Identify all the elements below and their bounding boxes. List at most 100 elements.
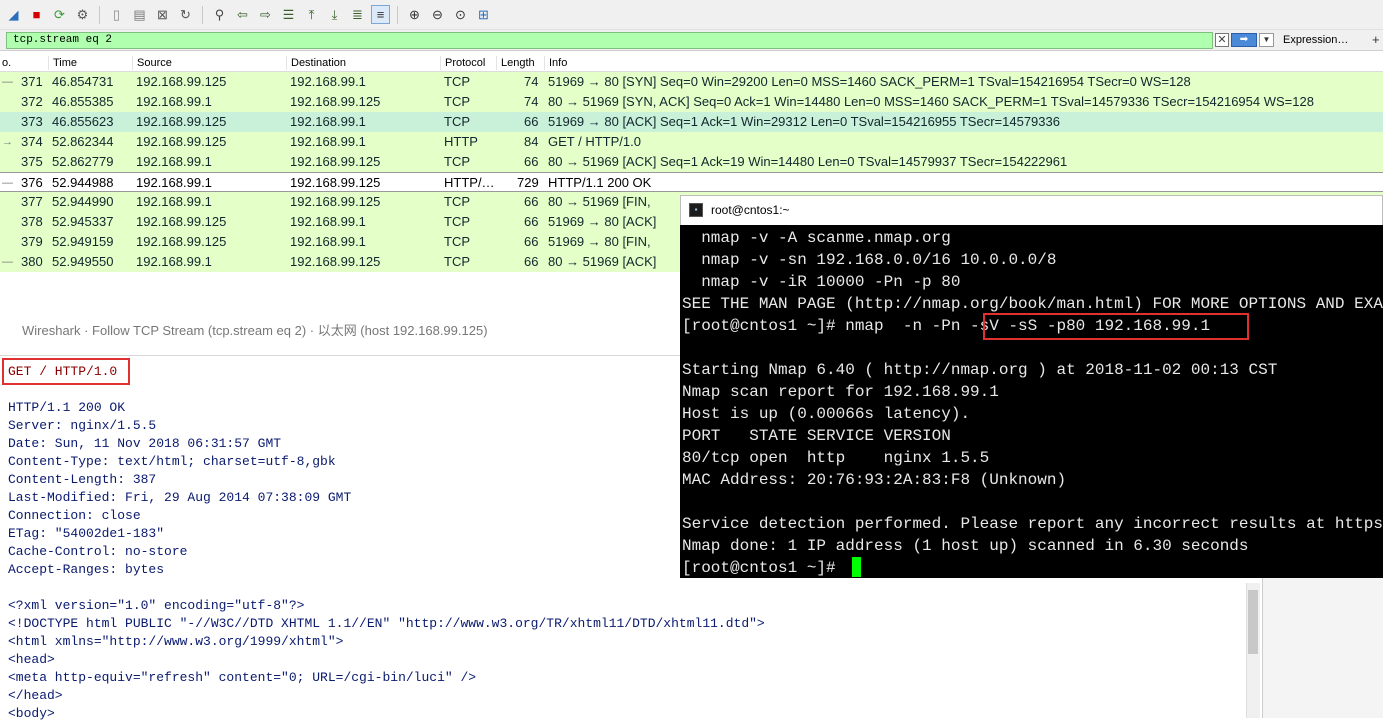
- open-icon[interactable]: ▯: [107, 5, 126, 24]
- go-to-icon[interactable]: ☰: [279, 5, 298, 24]
- colorize-icon[interactable]: ≡: [371, 5, 390, 24]
- back-icon[interactable]: ⇦: [233, 5, 252, 24]
- packet-info: 80 → 51969 [SYN, ACK] Seq=0 Ack=1 Win=14…: [548, 94, 1314, 109]
- terminal-line: nmap -v -iR 10000 -Pn -p 80: [682, 273, 961, 291]
- packet-info: 80 → 51969 [FIN,: [548, 194, 651, 209]
- packet-row[interactable]: 375 52.862779 192.168.99.1 192.168.99.12…: [0, 152, 1383, 172]
- column-header-length[interactable]: Length: [496, 56, 535, 70]
- stream-response-line: Server: nginx/1.5.5: [8, 418, 157, 433]
- zoom-reset-icon[interactable]: ⊙: [451, 5, 470, 24]
- packet-row[interactable]: 373 46.855623 192.168.99.125 192.168.99.…: [0, 112, 1383, 132]
- clear-filter-icon[interactable]: ✕: [1215, 33, 1229, 47]
- terminal-title-bar[interactable]: root@cntos1:~: [680, 195, 1383, 225]
- packet-time: 52.945337: [52, 214, 114, 229]
- autoscroll-icon[interactable]: ≣: [348, 5, 367, 24]
- packet-protocol: TCP: [444, 154, 470, 169]
- packet-source: 192.168.99.1: [136, 94, 212, 109]
- column-header-time[interactable]: Time: [48, 56, 77, 70]
- packet-row[interactable]: → 374 52.862344 192.168.99.125 192.168.9…: [0, 132, 1383, 152]
- add-filter-button[interactable]: +: [1372, 32, 1380, 47]
- apply-filter-button[interactable]: ➡: [1231, 33, 1257, 47]
- toolbar-divider: [397, 5, 398, 24]
- packet-row[interactable]: — 371 46.854731 192.168.99.125 192.168.9…: [0, 72, 1383, 92]
- column-header-source[interactable]: Source: [132, 56, 172, 70]
- packet-info: 51969 → 80 [SYN] Seq=0 Win=29200 Len=0 M…: [548, 74, 1191, 89]
- forward-icon[interactable]: ⇨: [256, 5, 275, 24]
- packet-time: 52.862344: [52, 134, 114, 149]
- packet-protocol: TCP: [444, 254, 470, 269]
- packet-destination: 192.168.99.125: [290, 154, 381, 169]
- packet-destination: 192.168.99.125: [290, 254, 381, 269]
- packet-protocol: HTTP: [444, 134, 478, 149]
- display-filter-bar: tcp.stream eq 2 ✕ ➡ ▼ Expression… +: [0, 30, 1383, 51]
- column-header-info[interactable]: Info: [544, 56, 567, 70]
- packet-source: 192.168.99.125: [136, 114, 227, 129]
- packet-length: 66: [524, 254, 539, 269]
- packet-source: 192.168.99.1: [136, 154, 212, 169]
- stream-response-line: <body>: [8, 706, 55, 721]
- reload-icon[interactable]: ↻: [176, 5, 195, 24]
- background-panel: [1262, 578, 1383, 718]
- packet-time: 46.855623: [52, 114, 114, 129]
- main-toolbar: ◢ ■ ⟳ ⚙ ▯ ▤ ⊠ ↻ ⚲ ⇦ ⇨ ☰ ⤒ ⤓ ≣ ≡ ⊕ ⊖ ⊙ ⊞: [0, 0, 1383, 30]
- packet-destination: 192.168.99.1: [290, 114, 366, 129]
- packet-destination: 192.168.99.125: [290, 94, 381, 109]
- packet-no: 379: [21, 234, 43, 249]
- packet-source: 192.168.99.125: [136, 74, 227, 89]
- column-header-protocol[interactable]: Protocol: [440, 56, 485, 70]
- terminal-line: nmap -v -A scanme.nmap.org: [682, 229, 951, 247]
- options-icon[interactable]: ⚙: [73, 5, 92, 24]
- terminal-screen[interactable]: nmap -v -A scanme.nmap.org nmap -v -sn 1…: [680, 225, 1383, 578]
- packet-protocol: TCP: [444, 94, 470, 109]
- zoom-out-icon[interactable]: ⊖: [428, 5, 447, 24]
- packet-row[interactable]: 372 46.855385 192.168.99.1 192.168.99.12…: [0, 92, 1383, 112]
- column-header-destination[interactable]: Destination: [286, 56, 346, 70]
- packet-destination: 192.168.99.1: [290, 234, 366, 249]
- stream-response-line: Date: Sun, 11 Nov 2018 06:31:57 GMT: [8, 436, 282, 451]
- packet-protocol: TCP: [444, 194, 470, 209]
- packet-destination: 192.168.99.1: [290, 214, 366, 229]
- last-icon[interactable]: ⤓: [325, 5, 344, 24]
- packet-no: 373: [21, 114, 43, 129]
- packet-protocol: TCP: [444, 74, 470, 89]
- packet-destination: 192.168.99.1: [290, 74, 366, 89]
- packet-no: 375: [21, 154, 43, 169]
- packet-no: 371: [21, 74, 43, 89]
- stream-response-line: </head>: [8, 688, 63, 703]
- packet-time: 46.854731: [52, 74, 114, 89]
- shark-fin-icon[interactable]: ◢: [4, 5, 23, 24]
- stream-response-line: <!DOCTYPE html PUBLIC "-//W3C//DTD XHTML…: [8, 616, 765, 631]
- packet-length: 66: [524, 234, 539, 249]
- display-filter-input[interactable]: tcp.stream eq 2: [6, 32, 1213, 49]
- packet-protocol: TCP: [444, 214, 470, 229]
- terminal-prompt-line: [root@cntos1 ~]#: [682, 559, 846, 577]
- restart-icon[interactable]: ⟳: [50, 5, 69, 24]
- scrollbar-thumb[interactable]: [1248, 590, 1258, 654]
- stream-response-line: Connection: close: [8, 508, 141, 523]
- zoom-in-icon[interactable]: ⊕: [405, 5, 424, 24]
- first-icon[interactable]: ⤒: [302, 5, 321, 24]
- expression-button[interactable]: Expression…: [1283, 34, 1348, 46]
- packet-row-selected[interactable]: — 376 52.944988 192.168.99.1 192.168.99.…: [0, 172, 1383, 192]
- stop-icon[interactable]: ■: [27, 5, 46, 24]
- close-file-icon[interactable]: ⊠: [153, 5, 172, 24]
- command-highlight-box: [983, 313, 1249, 340]
- packet-no: 376: [21, 175, 43, 190]
- packet-time: 46.855385: [52, 94, 114, 109]
- find-icon[interactable]: ⚲: [210, 5, 229, 24]
- save-icon[interactable]: ▤: [130, 5, 149, 24]
- packet-no: 372: [21, 94, 43, 109]
- filter-history-dropdown[interactable]: ▼: [1259, 33, 1274, 47]
- terminal-line: Starting Nmap 6.40 ( http://nmap.org ) a…: [682, 361, 1278, 379]
- resize-columns-icon[interactable]: ⊞: [474, 5, 493, 24]
- column-header-no[interactable]: o.: [0, 56, 11, 70]
- stream-response-line: HTTP/1.1 200 OK: [8, 400, 126, 415]
- stream-response-line: <html xmlns="http://www.w3.org/1999/xhtm…: [8, 634, 344, 649]
- stream-response-line: <head>: [8, 652, 55, 667]
- terminal-line: Nmap scan report for 192.168.99.1: [682, 383, 999, 401]
- toolbar-divider: [99, 5, 100, 24]
- terminal-line: nmap -v -sn 192.168.0.0/16 10.0.0.0/8: [682, 251, 1057, 269]
- packet-destination: 192.168.99.125: [290, 175, 381, 190]
- packet-info: 51969 → 80 [ACK]: [548, 214, 657, 229]
- packet-info: 80 → 51969 [ACK] Seq=1 Ack=19 Win=14480 …: [548, 154, 1068, 169]
